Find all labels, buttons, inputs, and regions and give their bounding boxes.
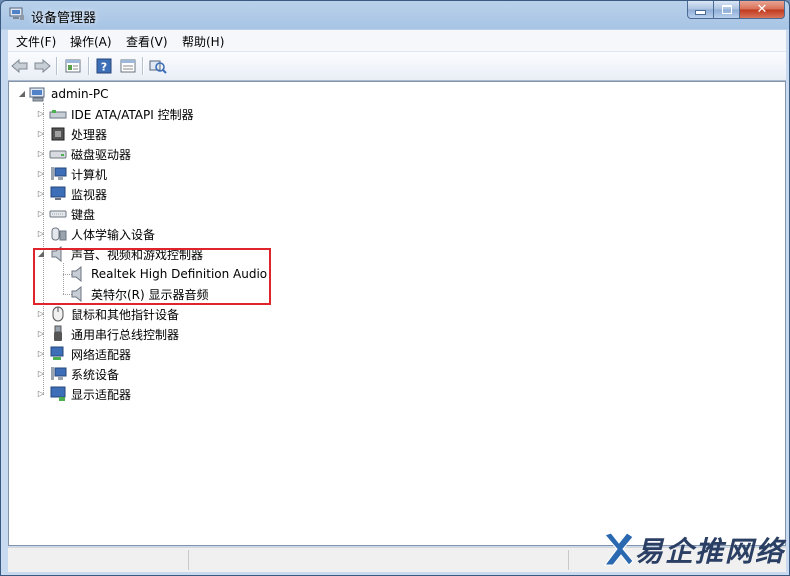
expand-icon[interactable]: ▷ (37, 389, 45, 398)
watermark-text: 易企推网络 (635, 535, 786, 568)
tree-item[interactable]: 通用串行总线控制器 (49, 324, 179, 344)
help-button[interactable]: ? (94, 57, 114, 75)
minimize-button[interactable] (687, 1, 714, 19)
system-device-icon (49, 366, 67, 382)
tree-item[interactable]: 人体学输入设备 (49, 224, 155, 244)
status-divider (188, 550, 189, 570)
watermark: 易企推网络 (601, 529, 785, 571)
tree-item[interactable]: 网络适配器 (49, 344, 131, 364)
back-button[interactable] (10, 57, 30, 75)
computer-root-icon (29, 86, 47, 102)
hid-icon (49, 226, 67, 242)
tree-item[interactable]: 监视器 (49, 184, 107, 204)
expand-icon[interactable]: ▷ (37, 329, 45, 338)
tree-item[interactable]: 处理器 (49, 124, 107, 144)
status-divider (568, 550, 569, 570)
maximize-button[interactable] (714, 1, 740, 19)
toolbar: ? (8, 52, 786, 81)
tree-item-label: 处理器 (71, 127, 108, 142)
tree-item-label: 通用串行总线控制器 (71, 327, 180, 342)
expand-icon[interactable]: ▷ (37, 229, 45, 238)
expand-icon[interactable]: ▷ (37, 209, 45, 218)
close-icon: ✕ (756, 2, 768, 17)
monitor-icon (49, 186, 67, 202)
ide-controller-icon (49, 106, 67, 122)
tree-item-label: 鼠标和其他指针设备 (71, 307, 180, 322)
scan-hardware-button[interactable] (148, 57, 168, 75)
tree-item[interactable]: 鼠标和其他指针设备 (49, 304, 179, 324)
toolbar-separator (142, 57, 144, 75)
network-adapter-icon (49, 346, 67, 362)
scan-hardware-icon (149, 60, 167, 74)
maximize-icon (721, 5, 732, 14)
svg-text:?: ? (101, 61, 107, 74)
menu-help[interactable]: 帮助(H) (182, 33, 224, 50)
collapse-root-icon[interactable]: ◢ (18, 89, 26, 98)
menu-file[interactable]: 文件(F) (16, 33, 56, 50)
tree-item[interactable]: 系统设备 (49, 364, 119, 384)
tree-item-label: 网络适配器 (71, 347, 132, 362)
tree-item-label: 磁盘驱动器 (71, 147, 132, 162)
tree-root[interactable]: admin-PC (29, 84, 109, 104)
toolbar-separator (56, 57, 58, 75)
menu-action[interactable]: 操作(A) (70, 33, 112, 50)
expand-icon[interactable]: ▷ (37, 189, 45, 198)
tree-item-label: 键盘 (71, 207, 96, 222)
title-bar[interactable]: 设备管理器 ✕ (1, 1, 789, 30)
computer-icon (49, 166, 67, 182)
highlight-annotation (33, 248, 271, 305)
device-manager-window: 设备管理器 ✕ 文件(F) 操作(A) 查看(V) 帮助(H) ? ◢ admi… (0, 0, 790, 576)
tree-item[interactable]: 显示适配器 (49, 384, 131, 404)
expand-icon[interactable]: ▷ (37, 149, 45, 158)
device-tree[interactable]: ◢ admin-PC ▷ IDE ATA/ATAPI 控制器 ▷ 处理器 ▷ 磁… (8, 81, 786, 546)
minimize-icon (695, 10, 706, 15)
usb-icon (49, 325, 67, 342)
expand-icon[interactable]: ▷ (37, 169, 45, 178)
back-icon (11, 59, 28, 73)
toolbar-separator (88, 57, 90, 75)
tree-item-label: 人体学输入设备 (71, 227, 156, 242)
forward-icon (34, 59, 51, 73)
expand-icon[interactable]: ▷ (37, 349, 45, 358)
display-adapter-icon (49, 386, 67, 402)
tree-item-label: 计算机 (71, 167, 108, 182)
tree-item-label: 监视器 (71, 187, 108, 202)
tree-item[interactable]: IDE ATA/ATAPI 控制器 (49, 104, 194, 124)
tree-item[interactable]: 键盘 (49, 204, 95, 224)
expand-icon[interactable]: ▷ (37, 109, 45, 118)
mouse-icon (49, 306, 67, 322)
window-title: 设备管理器 (31, 11, 97, 26)
processor-icon (49, 126, 67, 142)
menu-bar: 文件(F) 操作(A) 查看(V) 帮助(H) (8, 30, 786, 52)
device-manager-app-icon (9, 7, 24, 20)
properties-view-icon (65, 59, 81, 73)
tree-item-label: 显示适配器 (71, 387, 132, 402)
help-icon: ? (96, 58, 112, 74)
keyboard-icon (49, 206, 67, 222)
tree-item-label: IDE ATA/ATAPI 控制器 (71, 107, 194, 122)
view-icon (120, 59, 136, 73)
tree-item[interactable]: 磁盘驱动器 (49, 144, 131, 164)
expand-icon[interactable]: ▷ (37, 129, 45, 138)
tree-item-label: 系统设备 (71, 367, 120, 382)
expand-icon[interactable]: ▷ (37, 369, 45, 378)
menu-view[interactable]: 查看(V) (126, 33, 168, 50)
tree-item[interactable]: 计算机 (49, 164, 107, 184)
properties-view-button[interactable] (63, 57, 83, 75)
view-button[interactable] (118, 57, 138, 75)
window-controls: ✕ (687, 1, 785, 20)
close-button[interactable]: ✕ (740, 1, 785, 19)
disk-drive-icon (49, 146, 67, 162)
root-label: admin-PC (51, 87, 109, 101)
watermark-logo (604, 532, 634, 566)
expand-icon[interactable]: ▷ (37, 309, 45, 318)
forward-button[interactable] (32, 57, 52, 75)
